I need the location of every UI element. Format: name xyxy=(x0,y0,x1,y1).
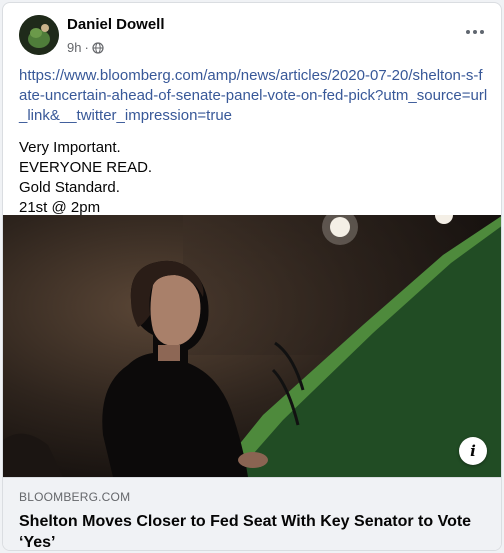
post-body: https://www.bloomberg.com/amp/news/artic… xyxy=(19,66,489,218)
post-meta: 9h · xyxy=(67,40,104,55)
more-horizontal-icon[interactable] xyxy=(461,21,489,43)
post-header: Daniel Dowell 9h · xyxy=(3,3,501,63)
post-line: Very Important. xyxy=(19,139,121,156)
post-link[interactable]: https://www.bloomberg.com/amp/news/artic… xyxy=(19,66,489,126)
post-time[interactable]: 9h xyxy=(67,40,81,55)
post-line: Gold Standard. xyxy=(19,179,120,196)
post-line: EVERYONE READ. xyxy=(19,159,153,176)
link-source: BLOOMBERG.COM xyxy=(19,490,131,504)
info-icon[interactable]: i xyxy=(459,437,487,465)
meta-separator: · xyxy=(84,40,89,55)
globe-icon xyxy=(92,41,104,54)
link-preview-image[interactable]: i xyxy=(3,215,501,477)
link-preview[interactable]: BLOOMBERG.COM Shelton Moves Closer to Fe… xyxy=(3,477,501,550)
post-card: Daniel Dowell 9h · https://www.bloomberg… xyxy=(2,2,502,551)
post-message: Very Important. EVERYONE READ. Gold Stan… xyxy=(19,138,489,218)
avatar[interactable] xyxy=(19,15,59,55)
link-headline[interactable]: Shelton Moves Closer to Fed Seat With Ke… xyxy=(19,511,487,550)
author-name[interactable]: Daniel Dowell xyxy=(67,16,165,33)
